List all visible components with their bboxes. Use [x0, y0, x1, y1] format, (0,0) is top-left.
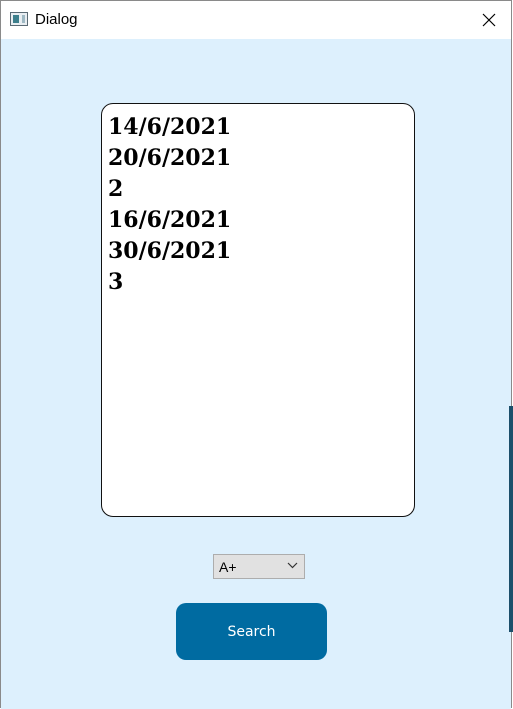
background-window-edge: [509, 406, 513, 632]
result-line: 14/6/2021: [108, 114, 232, 140]
search-button-label: Search: [227, 623, 276, 640]
window-app-icon: [10, 12, 28, 26]
search-button[interactable]: Search: [176, 603, 327, 660]
results-text-area[interactable]: 14/6/2021 20/6/2021 2 16/6/2021 30/6/202…: [101, 103, 415, 517]
result-line: 2: [108, 176, 124, 202]
font-size-select-value: A+: [219, 558, 237, 575]
close-icon: [482, 13, 496, 27]
chevron-down-icon: [287, 562, 298, 569]
window-title: Dialog: [35, 11, 78, 28]
result-line: 20/6/2021: [108, 145, 232, 171]
result-line: 16/6/2021: [108, 207, 232, 233]
close-button[interactable]: [469, 5, 509, 35]
dialog-content: 14/6/2021 20/6/2021 2 16/6/2021 30/6/202…: [1, 39, 511, 709]
result-line: 30/6/2021: [108, 238, 232, 264]
dialog-window: Dialog 14/6/2021 20/6/2021 2 16/6/2021 3…: [0, 0, 512, 709]
result-line: 3: [108, 269, 124, 295]
font-size-select[interactable]: A+: [213, 554, 305, 579]
title-bar[interactable]: Dialog: [1, 1, 511, 39]
